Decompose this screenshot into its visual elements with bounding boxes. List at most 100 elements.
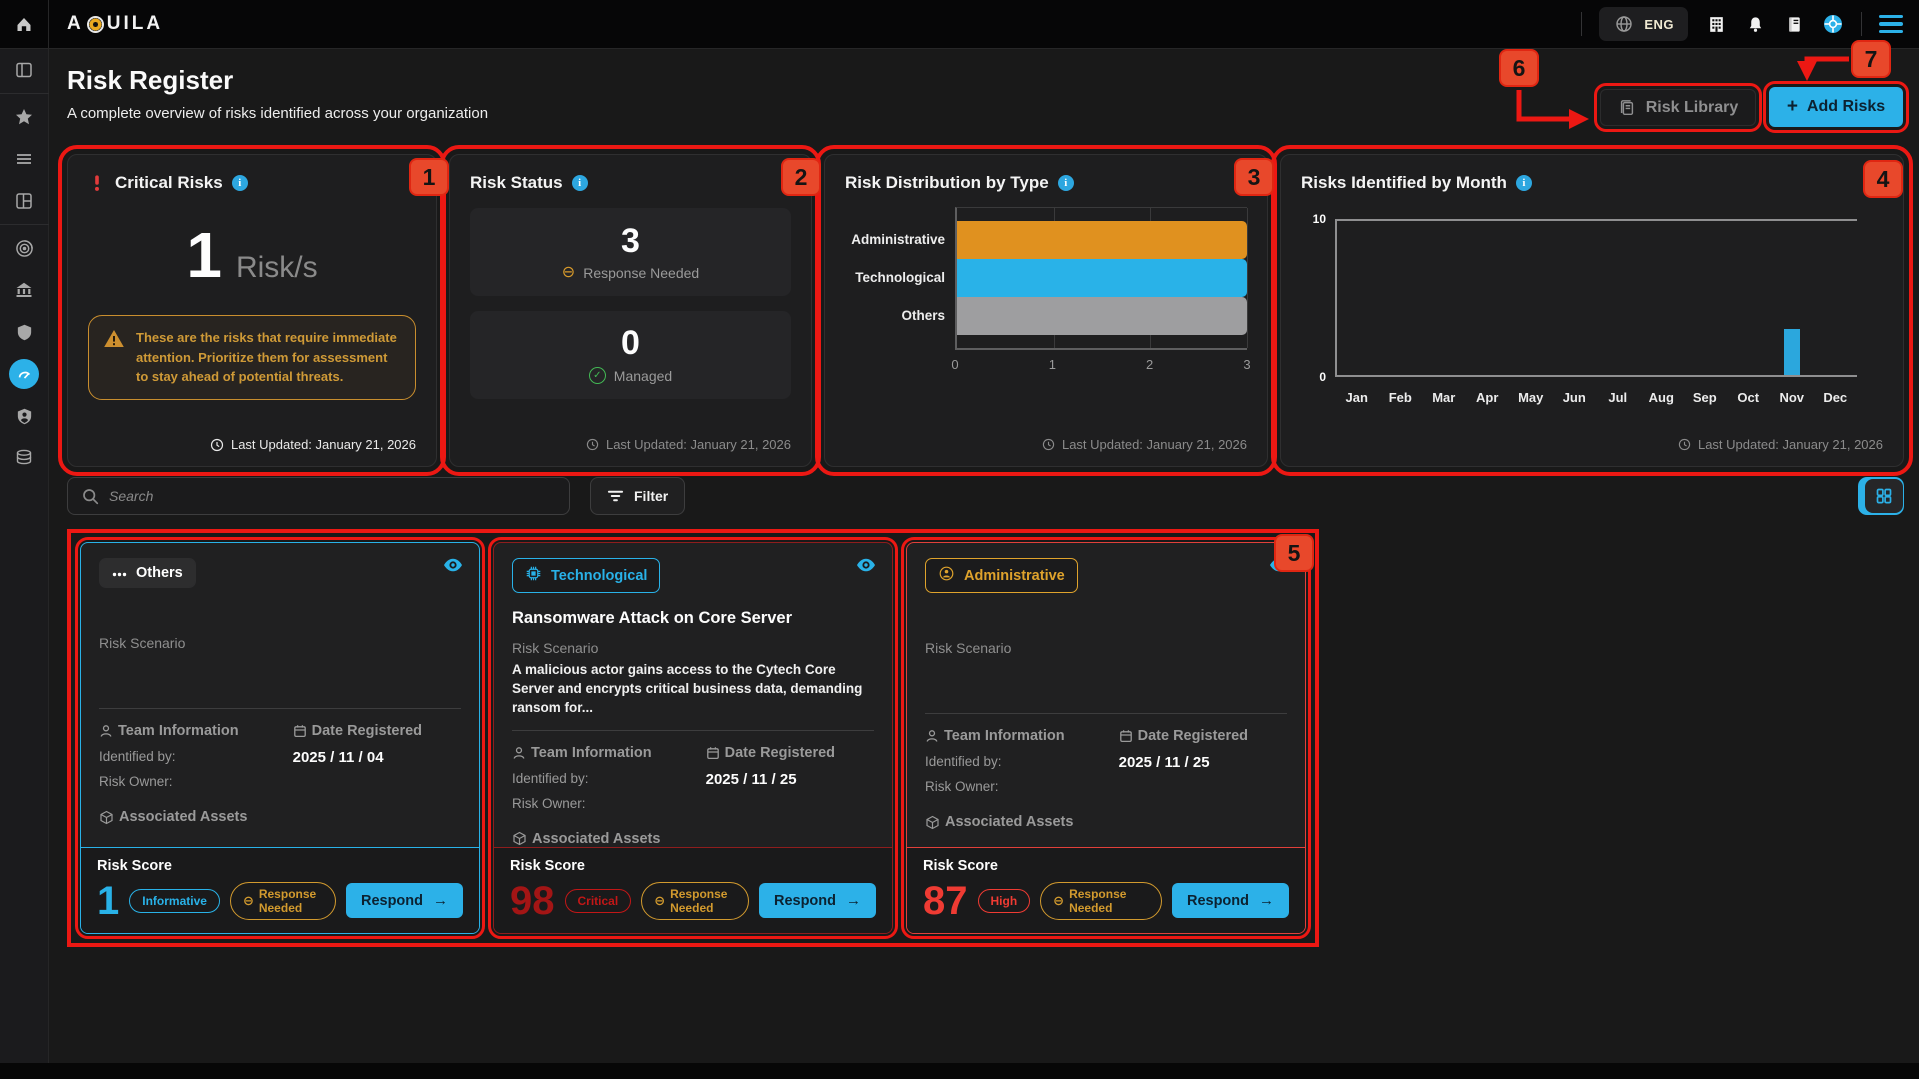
stats-row: Critical Risks 1 Risk/s These are the ri… xyxy=(67,154,1904,467)
date-registered-value: 2025 / 11 / 25 xyxy=(706,771,874,788)
respond-button[interactable]: Respond xyxy=(759,883,876,918)
risk-owner-label: Risk Owner: xyxy=(99,774,293,789)
info-icon[interactable] xyxy=(572,175,588,191)
arrow-right-icon xyxy=(433,892,448,909)
add-risks-button[interactable]: Add Risks xyxy=(1769,87,1903,127)
home-icon[interactable] xyxy=(0,0,49,49)
risk-description: A malicious actor gains access to the Cy… xyxy=(512,661,874,718)
gridline xyxy=(1247,208,1248,348)
risk-type-badge: Technological xyxy=(512,558,660,593)
risk-type-badge: Administrative xyxy=(925,558,1078,593)
logo-eye-icon xyxy=(87,16,104,33)
bar-others xyxy=(957,297,1247,335)
sidebar-item-radar[interactable] xyxy=(0,227,49,269)
month-slot-sep xyxy=(1684,221,1727,375)
view-risk-eye-icon[interactable] xyxy=(442,556,464,579)
x-axis-label-mar: Mar xyxy=(1422,390,1466,405)
card-title: Risk Distribution by Type xyxy=(845,173,1049,193)
topbar-actions: ENG xyxy=(1581,7,1919,41)
sidebar-item-panel[interactable] xyxy=(0,49,49,91)
sidebar xyxy=(0,49,49,1079)
risk-score-section: Risk Score 87 High Response Needed Respo… xyxy=(907,847,1305,933)
calendar-icon xyxy=(293,724,307,738)
month-slot-may xyxy=(1510,221,1553,375)
info-icon[interactable] xyxy=(232,175,248,191)
sidebar-item-menu[interactable] xyxy=(0,138,49,180)
risk-owner-label: Risk Owner: xyxy=(512,796,706,811)
x-axis-tick: 3 xyxy=(1243,357,1250,372)
respond-button[interactable]: Respond xyxy=(1172,883,1289,918)
risk-gauge-icon xyxy=(9,359,39,389)
risk-cards-group: Others Risk Scenario Team Information Id… xyxy=(67,529,1319,947)
risk-scenario-label: Risk Scenario xyxy=(99,635,461,651)
sidebar-item-layout[interactable] xyxy=(0,180,49,222)
identified-by-label: Identified by: xyxy=(925,754,1119,769)
month-slot-jan xyxy=(1337,221,1380,375)
divider xyxy=(1861,12,1862,36)
calendar-icon xyxy=(1119,729,1133,743)
divider xyxy=(512,730,874,731)
sidebar-item-database[interactable] xyxy=(0,437,49,479)
risk-title xyxy=(99,604,461,628)
organization-building-icon[interactable] xyxy=(1705,13,1727,35)
risk-scenario-label: Risk Scenario xyxy=(925,640,1287,656)
add-risks-label: Add Risks xyxy=(1807,98,1885,116)
grid-view-icon xyxy=(1865,479,1903,513)
x-axis-label-jun: Jun xyxy=(1553,390,1597,405)
filter-icon xyxy=(607,489,624,503)
view-risk-eye-icon[interactable] xyxy=(855,556,877,579)
date-registered-value: 2025 / 11 / 25 xyxy=(1119,754,1287,771)
sidebar-item-favorites[interactable] xyxy=(0,96,49,138)
risk-card: Others Risk Scenario Team Information Id… xyxy=(80,542,480,934)
knowledge-book-icon[interactable] xyxy=(1783,13,1805,35)
annotation-badge-4: 4 xyxy=(1863,160,1903,198)
chip-icon xyxy=(525,565,542,586)
sidebar-item-shield[interactable] xyxy=(0,311,49,353)
team-information-header: Team Information xyxy=(99,723,293,739)
bar-technological xyxy=(957,259,1247,297)
x-axis-label-may: May xyxy=(1509,390,1553,405)
library-icon xyxy=(1618,99,1636,117)
warning-triangle-icon xyxy=(103,328,125,354)
bottom-strip xyxy=(0,1063,1919,1079)
sidebar-item-institution[interactable] xyxy=(0,269,49,311)
circle-minus-icon xyxy=(243,894,254,907)
bar-nov xyxy=(1784,329,1800,375)
divider xyxy=(0,93,49,94)
month-slot-oct xyxy=(1727,221,1770,375)
view-toggle[interactable] xyxy=(1858,477,1904,515)
risk-library-button[interactable]: Risk Library xyxy=(1600,89,1756,126)
cube-icon xyxy=(512,831,527,846)
notifications-bell-icon[interactable] xyxy=(1744,13,1766,35)
menu-icon[interactable] xyxy=(1879,15,1903,34)
circle-check-icon xyxy=(589,367,606,384)
month-slot-jul xyxy=(1597,221,1640,375)
date-registered-header: Date Registered xyxy=(706,745,874,761)
exclamation-icon xyxy=(88,173,106,193)
severity-badge: Critical xyxy=(565,889,632,913)
identified-by-label: Identified by: xyxy=(512,771,706,786)
warning-text: These are the risks that require immedia… xyxy=(136,328,401,387)
info-icon[interactable] xyxy=(1516,175,1532,191)
managed-panel: 0 Managed xyxy=(470,311,791,399)
cube-icon xyxy=(925,815,940,830)
annotation-badge-7: 7 xyxy=(1851,40,1891,78)
severity-badge: Informative xyxy=(129,889,220,913)
aquila-logo: AQUILAAUILA xyxy=(67,13,163,35)
sidebar-item-risk-active[interactable] xyxy=(0,353,49,395)
respond-button[interactable]: Respond xyxy=(346,883,463,918)
last-updated: Last Updated: January 21, 2026 xyxy=(1042,437,1247,452)
associated-assets-header: Associated Assets xyxy=(99,809,461,825)
info-icon[interactable] xyxy=(1058,175,1074,191)
search-input[interactable] xyxy=(109,488,555,504)
x-axis-tick: 0 xyxy=(951,357,958,372)
language-selector[interactable]: ENG xyxy=(1599,7,1688,41)
sidebar-item-shield-user[interactable] xyxy=(0,395,49,437)
circle-minus-icon xyxy=(654,894,665,907)
support-lifebuoy-icon[interactable] xyxy=(1822,13,1844,35)
filter-button[interactable]: Filter xyxy=(590,477,685,515)
circle-minus-icon xyxy=(562,265,575,281)
cube-icon xyxy=(99,810,114,825)
month-slot-jun xyxy=(1554,221,1597,375)
bar-label-others: Others xyxy=(845,296,945,334)
